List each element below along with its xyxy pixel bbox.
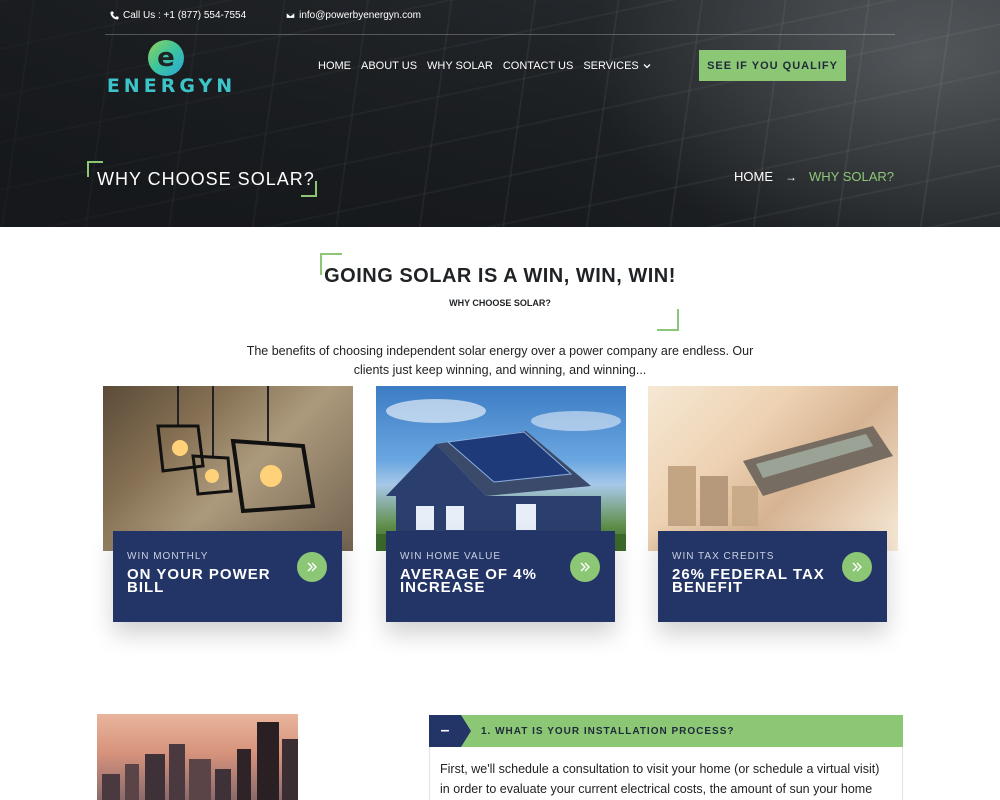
benefit-card-power-bill[interactable]: WIN MONTHLY ON YOUR POWER BILL	[103, 386, 353, 626]
page-title: WHY CHOOSE SOLAR?	[97, 169, 315, 189]
double-chevron-right-icon	[580, 562, 590, 572]
double-chevron-right-icon	[852, 562, 862, 572]
nav-services[interactable]: SERVICES	[583, 60, 651, 72]
see-if-you-qualify-button[interactable]: SEE IF YOU QUALIFY	[699, 50, 846, 81]
nav-why-solar[interactable]: WHY SOLAR	[427, 60, 493, 72]
heading-bracket-bottom-right	[657, 309, 679, 331]
card-go-button[interactable]	[842, 552, 872, 582]
energyn-logo[interactable]: e ENERGYN	[104, 40, 239, 97]
logo-wordmark: ENERGYN	[106, 75, 237, 97]
solar-house-image	[376, 386, 626, 551]
hero-banner: Call Us : +1 (877) 554-7554 info@powerby…	[0, 0, 1000, 227]
logo-mark: e	[148, 40, 184, 76]
benefit-card-home-value[interactable]: WIN HOME VALUE AVERAGE OF 4% INCREASE	[376, 386, 626, 626]
breadcrumb-current: WHY SOLAR?	[808, 169, 894, 184]
card-headline: ON YOUR POWER BILL	[127, 566, 271, 596]
section-subheading: WHY CHOOSE SOLAR?	[449, 298, 551, 308]
nav-contact-us[interactable]: CONTACT US	[503, 60, 574, 72]
phone-link[interactable]: Call Us : +1 (877) 554-7554	[110, 10, 246, 21]
pendant-lights-image	[103, 386, 353, 551]
nav-about-us[interactable]: ABOUT US	[361, 60, 417, 72]
breadcrumb-home[interactable]: HOME	[734, 169, 773, 184]
chevron-down-icon	[643, 64, 651, 69]
card-headline: AVERAGE OF 4% INCREASE	[400, 566, 537, 596]
card-go-button[interactable]	[570, 552, 600, 582]
arrow-right-icon: →	[784, 169, 797, 184]
nav-services-label: SERVICES	[583, 60, 639, 72]
benefit-card-label: WIN TAX CREDITS 26% FEDERAL TAX BENEFIT	[658, 531, 887, 622]
faq-answer: First, we'll schedule a consultation to …	[429, 747, 903, 800]
card-go-button[interactable]	[297, 552, 327, 582]
benefit-card-label: WIN MONTHLY ON YOUR POWER BILL	[113, 531, 342, 622]
benefit-card-tax-credits[interactable]: WIN TAX CREDITS 26% FEDERAL TAX BENEFIT	[648, 386, 898, 626]
city-skyline-image	[97, 714, 298, 800]
collapse-toggle-icon[interactable]: –	[429, 715, 471, 747]
contact-bar: Call Us : +1 (877) 554-7554 info@powerby…	[110, 10, 421, 21]
phone-icon	[110, 11, 119, 20]
card-kicker: WIN MONTHLY	[127, 551, 209, 562]
card-kicker: WIN HOME VALUE	[400, 551, 502, 562]
faq-accordion-header[interactable]: – 1. WHAT IS YOUR INSTALLATION PROCESS?	[429, 715, 903, 747]
benefit-card-label: WIN HOME VALUE AVERAGE OF 4% INCREASE	[386, 531, 615, 622]
email-text: info@powerbyenergyn.com	[299, 10, 422, 21]
section-heading: GOING SOLAR IS A WIN, WIN, WIN!	[324, 265, 676, 287]
email-link[interactable]: info@powerbyenergyn.com	[286, 10, 421, 21]
title-bracket-bottom-right	[301, 181, 317, 197]
intro-paragraph: The benefits of choosing independent sol…	[246, 344, 754, 377]
phone-text: Call Us : +1 (877) 554-7554	[123, 10, 247, 21]
breadcrumb: HOME → WHY SOLAR?	[734, 169, 894, 184]
main-nav: HOME ABOUT US WHY SOLAR CONTACT US SERVI…	[318, 60, 651, 72]
nav-home[interactable]: HOME	[318, 60, 351, 72]
envelope-icon	[286, 12, 295, 19]
card-headline: 26% FEDERAL TAX BENEFIT	[672, 566, 825, 596]
calculator-coins-image	[648, 386, 898, 551]
header-divider	[105, 34, 895, 35]
double-chevron-right-icon	[307, 562, 317, 572]
card-kicker: WIN TAX CREDITS	[672, 551, 775, 562]
faq-question: 1. WHAT IS YOUR INSTALLATION PROCESS?	[481, 725, 735, 737]
